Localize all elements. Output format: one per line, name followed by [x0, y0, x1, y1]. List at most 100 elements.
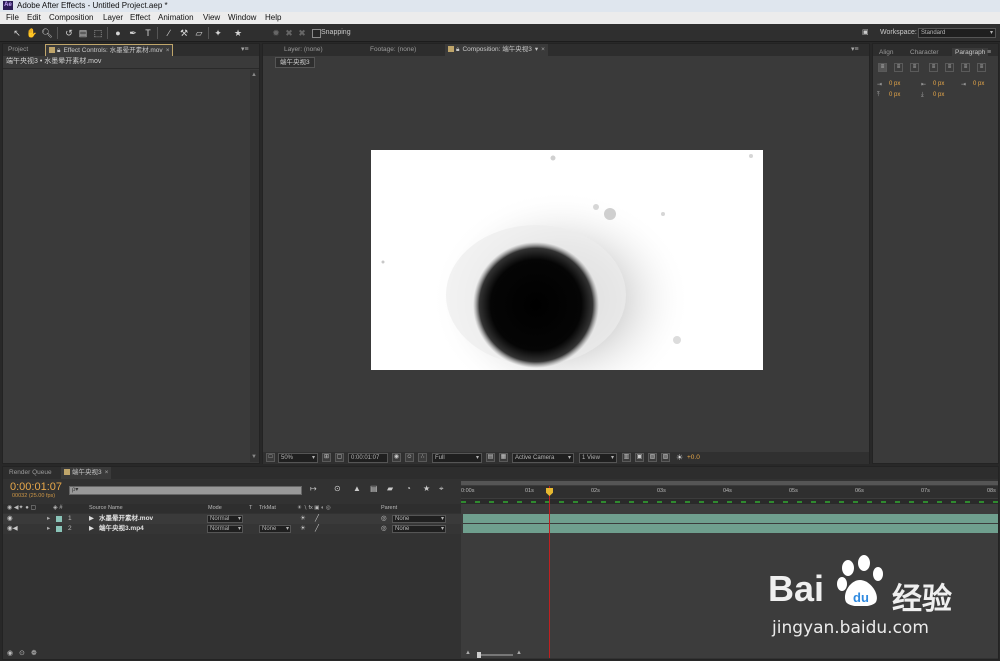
layer-parent-select[interactable]: None ▾ — [392, 525, 446, 533]
menu-help[interactable]: Help — [265, 13, 281, 23]
frame-blending-icon[interactable]: ▰ — [387, 484, 393, 493]
column-preserve-transparency[interactable]: T — [249, 504, 252, 513]
magnification-icon[interactable]: □ — [266, 453, 275, 462]
brainstorm-icon[interactable]: ★ — [423, 484, 430, 493]
time-ruler[interactable]: 0:00s 01s 02s 03s 04s 05s 06s 07s 08s — [461, 486, 998, 498]
transparency-grid-icon[interactable]: ▦ — [499, 453, 508, 462]
panel-menu-icon[interactable]: ▾≡ — [241, 45, 249, 53]
justify-last-left-icon[interactable]: ≡ — [929, 63, 938, 72]
timeline-search-input[interactable]: ρ▾ — [69, 486, 302, 495]
live-update-icon[interactable]: ⊙ — [334, 484, 341, 493]
region-of-interest-icon[interactable]: ▢ — [335, 453, 344, 462]
hand-tool-icon[interactable]: ✋ — [26, 27, 38, 39]
layer-row[interactable]: ◉ ▸ 1 ▶ 水墨晕开素材.mov Normal ▾ ☀ ╱ ◎ None ▾ — [3, 514, 463, 524]
toggle-switches-icon[interactable]: ◉ — [7, 649, 13, 657]
camera-tool-icon[interactable]: ▤ — [77, 27, 89, 39]
tab-timeline-comp[interactable]: 端午央视3 × — [61, 467, 112, 479]
current-time-field[interactable]: 0:00:01:07 — [348, 453, 388, 463]
selection-tool-icon[interactable]: ↖ — [11, 27, 23, 39]
layer-mode-select[interactable]: Normal ▾ — [207, 515, 243, 523]
indent-right-value[interactable]: 0 px — [933, 81, 944, 87]
align-center-icon[interactable]: ≡ — [894, 63, 903, 72]
timeline-link-icon[interactable]: ▧ — [648, 453, 657, 462]
layer-label-color[interactable] — [56, 516, 62, 522]
hide-shy-layers-icon[interactable]: ▤ — [370, 484, 378, 493]
tab-composition[interactable]: 🔒︎ Composition: 端午央视3 ▾ × — [445, 44, 548, 56]
safe-margins-icon[interactable]: ⊞ — [322, 453, 331, 462]
timeline-current-time[interactable]: 0:00:01:07 — [10, 481, 62, 493]
tab-effect-controls[interactable]: 🔒︎ Effect Controls: 水墨晕开素材.mov × — [45, 44, 174, 56]
space-after-value[interactable]: 0 px — [933, 92, 944, 98]
justify-last-center-icon[interactable]: ≡ — [945, 63, 954, 72]
axis-mode-icon[interactable]: ✹ — [270, 27, 282, 39]
zoom-in-icon[interactable]: ▲ — [516, 650, 522, 656]
rotation-tool-icon[interactable]: ↺ — [63, 27, 75, 39]
align-left-icon[interactable]: ≡ — [878, 63, 887, 72]
channels-icon[interactable]: ∴ — [418, 453, 427, 462]
brush-tool-icon[interactable]: ∕ — [163, 27, 175, 39]
draft-3d-icon[interactable]: ▲ — [353, 484, 361, 493]
axis-mode-view-icon[interactable]: ✖ — [296, 27, 308, 39]
tab-layer[interactable]: Layer: (none) — [281, 44, 326, 56]
close-icon[interactable]: × — [166, 47, 170, 54]
clone-stamp-tool-icon[interactable]: ⚒ — [178, 27, 190, 39]
mask-tool-icon[interactable]: ● — [112, 27, 124, 39]
quality-icon[interactable]: ╱ — [315, 524, 319, 534]
indent-left-value[interactable]: 0 px — [889, 81, 900, 87]
justify-last-right-icon[interactable]: ≡ — [961, 63, 970, 72]
close-icon[interactable]: × — [541, 46, 545, 53]
shy-icon[interactable]: ☀ — [300, 524, 306, 534]
timeline-zoom-slider[interactable] — [477, 652, 513, 658]
flowchart-icon[interactable]: ▨ — [661, 453, 670, 462]
exposure-icon[interactable]: ☀ — [676, 452, 683, 464]
pen-tool-icon[interactable]: ✒ — [127, 27, 139, 39]
column-mode[interactable]: Mode — [208, 504, 222, 513]
column-source-name[interactable]: Source Name — [89, 504, 123, 513]
layer-mode-select[interactable]: Normal ▾ — [207, 525, 243, 533]
comp-navigator-tab[interactable]: 端午央视3 — [275, 57, 315, 68]
menu-edit[interactable]: Edit — [27, 13, 41, 23]
zoom-out-icon[interactable]: ▲ — [465, 650, 471, 656]
eye-icon[interactable]: ◉◀ — [7, 524, 18, 534]
column-track-matte[interactable]: TrkMat — [259, 504, 276, 513]
panel-menu-icon[interactable]: ≡ — [987, 49, 991, 56]
vertical-scrollbar[interactable]: ▲ ▼ — [250, 70, 259, 462]
layer-duration-bar[interactable] — [463, 524, 998, 533]
puppet-tool-icon[interactable]: ★ — [232, 27, 244, 39]
toggle-pixel-aspect-icon[interactable]: ▥ — [622, 453, 631, 462]
snapshot-icon[interactable]: ◉ — [392, 453, 401, 462]
tab-project[interactable]: Project — [5, 44, 31, 56]
column-parent[interactable]: Parent — [381, 504, 397, 513]
menu-layer[interactable]: Layer — [103, 13, 123, 23]
tab-paragraph[interactable]: Paragraph — [952, 48, 988, 58]
eye-icon[interactable]: ◉ — [7, 514, 13, 524]
layer-parent-select[interactable]: None ▾ — [392, 515, 446, 523]
quality-icon[interactable]: ╱ — [315, 514, 319, 524]
tab-render-queue[interactable]: Render Queue — [6, 467, 55, 479]
graph-editor-icon[interactable]: ⌖ — [439, 484, 444, 494]
zoom-tool-icon[interactable]: 🔍︎ — [41, 27, 53, 39]
roto-brush-tool-icon[interactable]: ✦ — [212, 27, 224, 39]
motion-blur-icon[interactable]: ◔ — [406, 484, 411, 493]
camera-view-select[interactable]: Active Camera ▾ — [512, 453, 574, 463]
fast-previews-icon[interactable]: ▤ — [486, 453, 495, 462]
eraser-tool-icon[interactable]: ▱ — [193, 27, 205, 39]
menu-view[interactable]: View — [203, 13, 220, 23]
tab-character[interactable]: Character — [907, 48, 942, 58]
pan-behind-tool-icon[interactable]: ⬚ — [92, 27, 104, 39]
expand-arrow-icon[interactable]: ▸ — [47, 514, 50, 524]
chevron-down-icon[interactable]: ▾ — [535, 46, 538, 53]
snapping-checkbox[interactable] — [312, 29, 321, 38]
menu-file[interactable]: File — [6, 13, 19, 23]
layer-label-color[interactable] — [56, 526, 62, 532]
work-area-bar[interactable] — [461, 481, 998, 485]
timeline-zoom-thumb[interactable] — [477, 652, 481, 658]
justify-all-icon[interactable]: ≡ — [977, 63, 986, 72]
type-tool-icon[interactable]: T — [142, 27, 154, 39]
show-snapshot-icon[interactable]: ☺ — [405, 453, 414, 462]
space-before-value[interactable]: 0 px — [889, 92, 900, 98]
resolution-select[interactable]: Full ▾ — [432, 453, 482, 463]
menu-window[interactable]: Window — [228, 13, 256, 23]
tab-footage[interactable]: Footage: (none) — [367, 44, 419, 56]
layer-name[interactable]: 水墨晕开素材.mov — [99, 514, 153, 524]
